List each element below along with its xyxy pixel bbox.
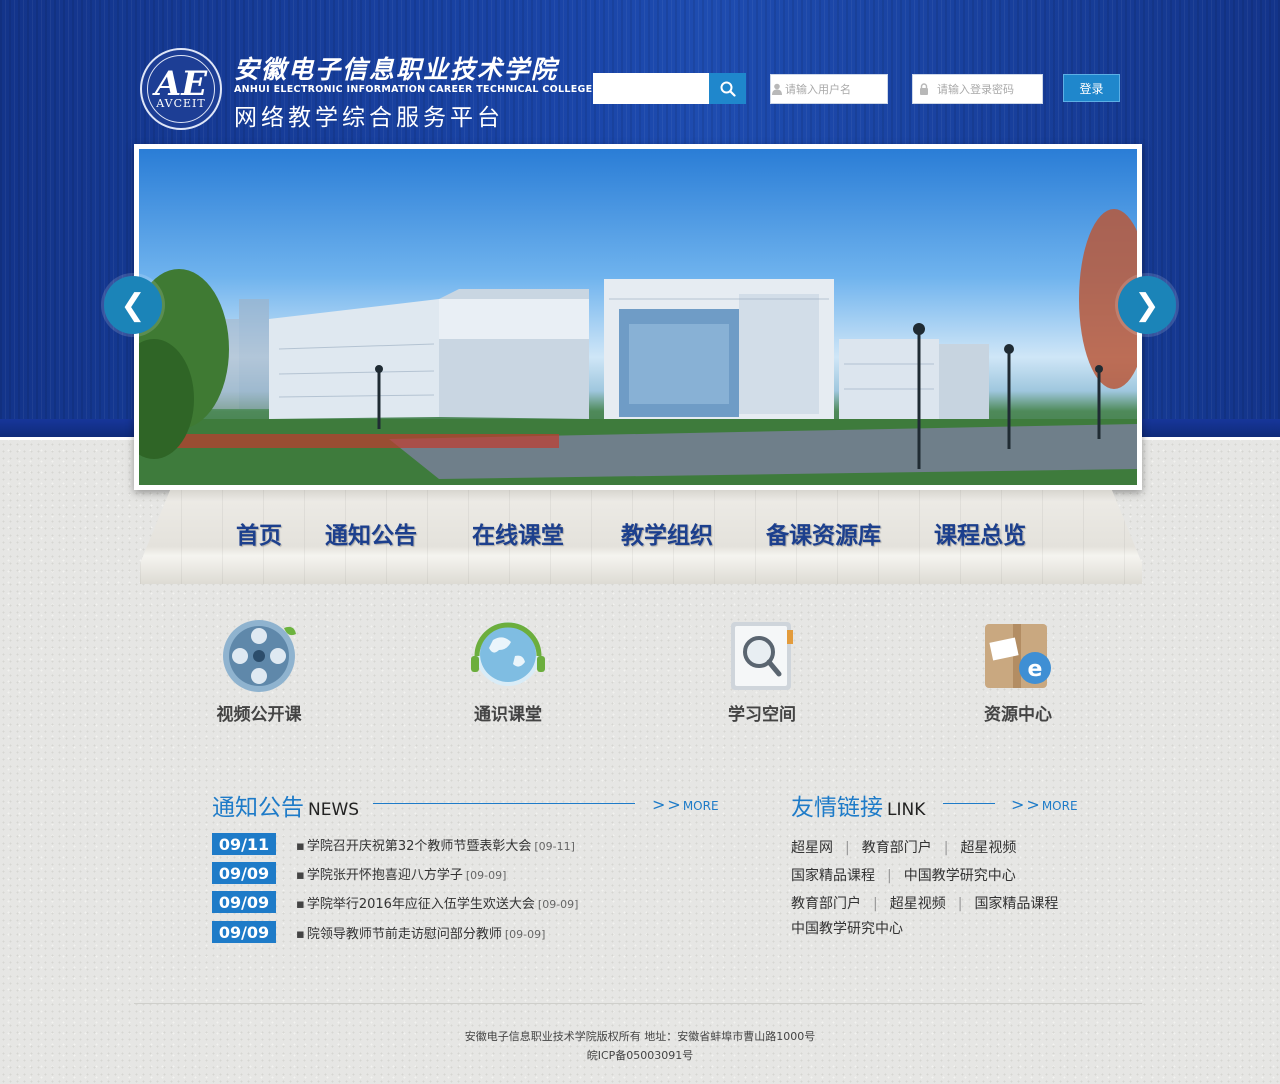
banner-carousel bbox=[134, 144, 1142, 490]
news-date: [09-09] bbox=[465, 868, 507, 882]
news-item[interactable]: 09/09 ▪ 院领导教师节前走访慰问部分教师 [09-09] bbox=[212, 921, 632, 943]
news-more-link[interactable]: >>MORE bbox=[652, 795, 719, 814]
news-divider bbox=[373, 803, 635, 804]
feature-resource-center-label: 资源中心 bbox=[984, 705, 1052, 725]
search-input[interactable] bbox=[593, 73, 709, 104]
globe-icon bbox=[463, 616, 553, 696]
nav-item-resource-library[interactable]: 备课资源库 bbox=[766, 516, 881, 550]
link-item[interactable]: 教育部门户 bbox=[791, 896, 861, 912]
news-section-title: 通知公告 NEWS bbox=[212, 795, 360, 821]
news-item[interactable]: 09/09 ▪ 学院张开怀抱喜迎八方学子 [09-09] bbox=[212, 862, 632, 884]
news-date: [09-11] bbox=[534, 839, 575, 853]
news-date: [09-09] bbox=[504, 927, 546, 941]
link-item[interactable]: 国家精品课程 bbox=[974, 896, 1058, 912]
links-row: 教育部门户 | 超星视频 | 国家精品课程 bbox=[791, 896, 1059, 912]
links-row: 超星网 | 教育部门户 | 超星视频 bbox=[791, 840, 1017, 856]
username-input[interactable] bbox=[783, 81, 887, 97]
banner-next-arrow-icon[interactable]: ❯ bbox=[1118, 276, 1176, 334]
username-field-wrap[interactable] bbox=[770, 74, 888, 104]
magnifier-document-icon bbox=[717, 616, 807, 696]
lock-icon bbox=[913, 83, 935, 95]
search-button[interactable] bbox=[709, 73, 746, 104]
footer-copyright: 安徽电子信息职业技术学院版权所有 地址：安徽省蚌埠市曹山路1000号 bbox=[464, 1030, 816, 1043]
college-seal-icon: AE AVCEIT bbox=[140, 48, 222, 130]
password-input[interactable] bbox=[935, 81, 1039, 97]
search-icon bbox=[720, 81, 736, 97]
friend-links: 超星网 | 教育部门户 | 超星视频 国家精品课程 | 中国教学研究中心 教育部门户 | 超星视… bbox=[791, 834, 1111, 940]
news-date-badge: 09/11 bbox=[212, 833, 276, 855]
campus-photo bbox=[139, 149, 1137, 485]
news-date-badge: 09/09 bbox=[212, 921, 276, 943]
feature-resource-center[interactable]: e 资源中心 bbox=[953, 616, 1083, 725]
college-name-en: ANHUI ELECTRONIC INFORMATION CAREER TECH… bbox=[234, 84, 593, 95]
college-name-cn: 安徽电子信息职业技术学院 bbox=[234, 55, 559, 84]
news-date-badge: 09/09 bbox=[212, 891, 276, 913]
nav-item-online-class[interactable]: 在线课堂 bbox=[472, 516, 564, 550]
footer-icp: 皖ICP备05003091号 bbox=[586, 1049, 694, 1062]
platform-name: 网络教学综合服务平台 bbox=[234, 105, 504, 131]
news-item[interactable]: 09/11 ▪ 学院召开庆祝第32个教师节暨表彰大会 [09-11] bbox=[212, 833, 632, 855]
links-row: 国家精品课程 | 中国教学研究中心 bbox=[791, 868, 1016, 884]
film-reel-icon bbox=[214, 616, 304, 696]
nav-item-notices[interactable]: 通知公告 bbox=[325, 516, 417, 550]
news-title[interactable]: 学院召开庆祝第32个教师节暨表彰大会 bbox=[307, 839, 532, 854]
main-nav: 首页 通知公告 在线课堂 教学组织 备课资源库 课程总览 bbox=[140, 490, 1142, 584]
link-item[interactable]: 中国教学研究中心 bbox=[904, 868, 1016, 884]
nav-item-teaching-org[interactable]: 教学组织 bbox=[621, 516, 713, 550]
feature-learning-space-label: 学习空间 bbox=[728, 705, 796, 725]
college-logo[interactable]: AE AVCEIT 安徽电子信息职业技术学院 ANHUI ELECTRONIC … bbox=[140, 48, 592, 132]
user-icon bbox=[771, 83, 783, 95]
footer: 安徽电子信息职业技术学院版权所有 地址：安徽省蚌埠市曹山路1000号 皖ICP备… bbox=[0, 1027, 1280, 1065]
news-title[interactable]: 院领导教师节前走访慰问部分教师 bbox=[307, 927, 502, 942]
links-row: 中国教学研究中心 bbox=[791, 918, 1111, 940]
news-date-badge: 09/09 bbox=[212, 862, 276, 884]
box-ie-icon: e bbox=[973, 616, 1063, 696]
feature-general-class[interactable]: 通识课堂 bbox=[443, 616, 573, 725]
banner-prev-arrow-icon[interactable]: ❮ bbox=[104, 276, 162, 334]
feature-video-course[interactable]: 视频公开课 bbox=[194, 616, 324, 725]
nav-item-home[interactable]: 首页 bbox=[236, 516, 282, 550]
link-item[interactable]: 中国教学研究中心 bbox=[791, 921, 903, 937]
news-title[interactable]: 学院举行2016年应征入伍学生欢送大会 bbox=[307, 897, 535, 912]
links-divider bbox=[943, 803, 995, 804]
news-title[interactable]: 学院张开怀抱喜迎八方学子 bbox=[307, 868, 463, 883]
links-section-title: 友情链接 LINK bbox=[791, 795, 926, 821]
login-button[interactable]: 登录 bbox=[1063, 74, 1120, 102]
link-item[interactable]: 超星视频 bbox=[890, 896, 946, 912]
news-item[interactable]: 09/09 ▪ 学院举行2016年应征入伍学生欢送大会 [09-09] bbox=[212, 891, 632, 913]
links-more-link[interactable]: >>MORE bbox=[1011, 795, 1078, 814]
password-field-wrap[interactable] bbox=[912, 74, 1043, 104]
link-item[interactable]: 超星网 bbox=[791, 840, 833, 856]
feature-video-course-label: 视频公开课 bbox=[216, 705, 302, 725]
feature-learning-space[interactable]: 学习空间 bbox=[697, 616, 827, 725]
feature-general-class-label: 通识课堂 bbox=[474, 705, 542, 725]
footer-divider bbox=[134, 1003, 1142, 1004]
svg-text:e: e bbox=[1028, 657, 1043, 682]
nav-item-course-overview[interactable]: 课程总览 bbox=[934, 516, 1026, 550]
news-date: [09-09] bbox=[537, 897, 579, 911]
link-item[interactable]: 教育部门户 bbox=[862, 840, 932, 856]
link-item[interactable]: 国家精品课程 bbox=[791, 868, 875, 884]
link-item[interactable]: 超星视频 bbox=[960, 840, 1016, 856]
